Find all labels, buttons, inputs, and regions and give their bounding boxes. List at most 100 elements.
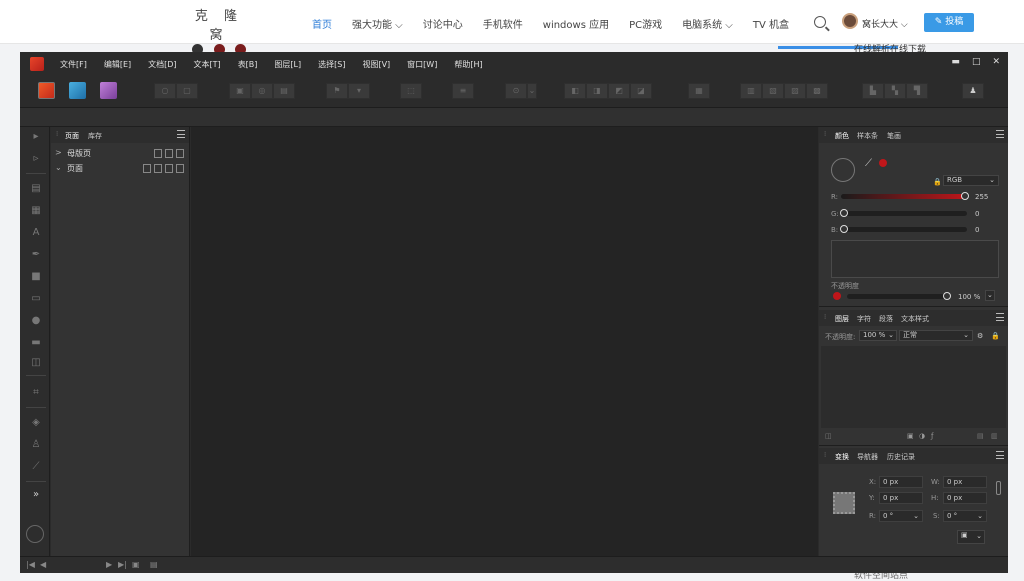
collapse-chevron-icon[interactable]: ⌄ (55, 163, 62, 172)
toolbar-button[interactable]: ▙ (862, 83, 884, 99)
toolbar-button[interactable]: ▤ (273, 83, 295, 99)
tab-color[interactable]: 颜色 (835, 131, 849, 141)
menu-item[interactable]: 选择[S] (318, 59, 345, 70)
current-fill-swatch[interactable] (879, 159, 887, 167)
toolbar-button[interactable]: ▚ (884, 83, 906, 99)
duplicate-page-icon[interactable] (165, 149, 173, 158)
layers-list[interactable] (821, 346, 1006, 428)
user-avatar[interactable] (842, 13, 858, 29)
pen-tool-icon[interactable]: ✒ (30, 249, 42, 261)
document-info-icon[interactable]: ▤ (150, 560, 158, 569)
link-aspect-icon[interactable] (996, 481, 1001, 495)
menu-item[interactable]: 文档[D] (148, 59, 176, 70)
duplicate-page-icon[interactable] (165, 164, 173, 173)
b-slider-knob[interactable] (840, 225, 848, 233)
toolbar-button[interactable]: ▩ (806, 83, 828, 99)
color-swatch-icon[interactable] (26, 525, 44, 543)
toolbar-button[interactable]: ⊙ (505, 83, 527, 99)
minimize-button[interactable]: ▬ (951, 57, 960, 67)
opacity-value[interactable]: 100 % (958, 293, 980, 301)
table-tool-icon[interactable]: ▦ (30, 205, 42, 217)
menu-item[interactable]: 窗口[W] (407, 59, 437, 70)
color-spectrum-area[interactable] (831, 240, 999, 278)
tab-pages[interactable]: 页面 (65, 131, 79, 141)
first-page-icon[interactable]: |◀ (26, 560, 35, 569)
site-logo[interactable]: 克 隆 窝 (186, 5, 252, 55)
tab-paragraph[interactable]: 段落 (879, 314, 893, 324)
toolbar-button[interactable]: ▜ (906, 83, 928, 99)
duplicate-layer-icon[interactable]: ▤ (977, 432, 984, 440)
toolbar-button[interactable]: ◪ (630, 83, 652, 99)
g-value[interactable]: 0 (975, 210, 979, 218)
delete-page-icon[interactable] (176, 164, 184, 173)
tab-swatches[interactable]: 样本条 (857, 131, 878, 141)
transform-options-button[interactable]: ▣ ⌄ (957, 530, 985, 544)
menu-item[interactable]: 帮助[H] (454, 59, 482, 70)
lock-icon[interactable]: 🔒 (933, 178, 942, 186)
menu-item[interactable]: 文件[F] (60, 59, 87, 70)
delete-page-icon[interactable] (176, 149, 184, 158)
toolbar-button[interactable]: ≡ (452, 83, 474, 99)
pages-row[interactable]: ⌄ 页面 (51, 163, 190, 175)
y-field[interactable]: 0 px (879, 492, 923, 504)
fill-stroke-wheel-icon[interactable] (831, 158, 855, 182)
picture-frame-tool-icon[interactable]: ▭ (30, 293, 42, 305)
tab-assets[interactable]: 库存 (88, 131, 102, 141)
menu-item[interactable]: 文本[T] (194, 59, 221, 70)
trash-icon[interactable]: ▥ (991, 432, 998, 440)
designer-persona-icon[interactable] (100, 82, 117, 99)
panel-menu-icon[interactable] (996, 130, 1004, 138)
panel-menu-icon[interactable] (996, 313, 1004, 321)
previous-page-icon[interactable]: ◀ (40, 560, 46, 569)
add-page-icon[interactable] (154, 164, 162, 173)
toolbar-button[interactable]: ◩ (608, 83, 630, 99)
layer-mask-icon[interactable]: ◫ (825, 432, 832, 440)
artistic-text-tool-icon[interactable]: A (30, 227, 42, 239)
toolbar-button[interactable]: ◨ (586, 83, 608, 99)
tab-history[interactable]: 历史记录 (887, 452, 915, 462)
add-pixel-layer-icon[interactable]: ▣ (907, 432, 914, 440)
fill-tool-icon[interactable]: ◈ (30, 417, 42, 429)
page-setup-icon[interactable]: ▣ (132, 560, 140, 569)
last-page-icon[interactable]: ▶| (118, 560, 127, 569)
panel-menu-icon[interactable] (177, 130, 185, 138)
menu-item[interactable]: 视图[V] (362, 59, 390, 70)
search-icon[interactable] (814, 16, 826, 28)
user-account-icon[interactable]: ♟ (962, 83, 984, 99)
g-slider[interactable] (841, 211, 967, 216)
transparency-tool-icon[interactable]: ♙ (30, 439, 42, 451)
r-slider[interactable] (841, 194, 967, 199)
panel-grip-icon[interactable]: ⁞ (824, 451, 826, 459)
ellipse-frame-tool-icon[interactable]: ● (30, 315, 42, 327)
r-value[interactable]: 255 (975, 193, 988, 201)
panel-menu-icon[interactable] (996, 451, 1004, 459)
rectangle-tool-icon[interactable]: ■ (30, 271, 42, 283)
opacity-slider[interactable] (847, 294, 947, 299)
add-page-icon[interactable] (154, 149, 162, 158)
b-value[interactable]: 0 (975, 226, 979, 234)
tab-character[interactable]: 字符 (857, 314, 871, 324)
user-name[interactable]: 窝长大大 ⌵ (862, 17, 908, 30)
toolbar-button[interactable]: ▦ (688, 83, 710, 99)
fx-icon[interactable]: ƒ (931, 432, 933, 440)
next-page-icon[interactable]: ▶ (106, 560, 112, 569)
toolbar-button[interactable]: ▣ (229, 83, 251, 99)
nav-item[interactable]: 电脑系统 ⌵ (682, 16, 733, 31)
menu-item[interactable]: 图层[L] (274, 59, 301, 70)
close-button[interactable]: ✕ (992, 57, 1000, 67)
nav-item[interactable]: windows 应用 (543, 16, 609, 31)
nav-item[interactable]: TV 机盒 (753, 16, 789, 31)
rotation-field[interactable]: 0 ° ⌄ (879, 510, 923, 522)
toolbar-button[interactable]: ▨ (784, 83, 806, 99)
chevron-down-icon[interactable]: ⌄ (985, 290, 995, 301)
toolbar-button[interactable]: ◧ (564, 83, 586, 99)
nav-item[interactable]: 强大功能 ⌵ (352, 16, 403, 31)
layer-opacity-select[interactable]: 100 % ⌄ (859, 330, 897, 341)
x-field[interactable]: 0 px (879, 476, 923, 488)
panel-grip-icon[interactable]: ⁞ (56, 130, 58, 138)
menu-item[interactable]: 表[B] (238, 59, 258, 70)
panel-grip-icon[interactable]: ⁞ (824, 130, 826, 138)
color-picker-tool-icon[interactable]: ⟋ (30, 461, 42, 473)
place-image-tool-icon[interactable]: ▬ (30, 337, 42, 349)
master-pages-row[interactable]: > 母版页 (51, 148, 190, 160)
